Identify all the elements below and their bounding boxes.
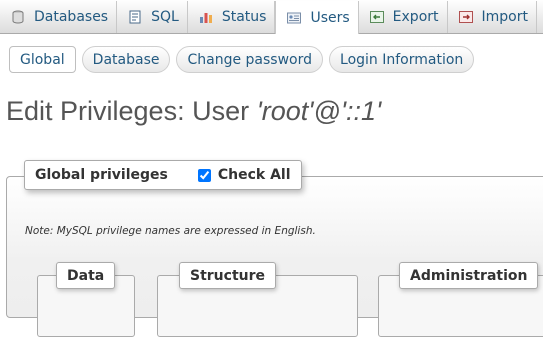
tab-users-label: Users [310,9,350,26]
status-chart-icon [198,9,214,25]
tab-import[interactable]: Import [448,1,537,33]
check-all-label: Check All [217,167,291,183]
global-privileges-title: Global privileges [35,167,168,183]
administration-group-legend: Administration [399,262,539,289]
tab-export[interactable]: Export [359,1,448,33]
page-title: Edit Privileges: User 'root'@'::1' [6,96,381,127]
export-icon [369,9,385,25]
page-title-user: 'root'@'::1' [256,96,382,126]
subtab-login-information[interactable]: Login Information [329,46,475,73]
sub-navigation: Global Database Change password Login In… [9,46,475,73]
global-privileges-legend: Global privileges Check All [24,160,302,190]
tab-users[interactable]: Users [275,1,359,34]
database-icon [10,9,26,25]
tab-databases-label: Databases [34,9,109,25]
top-navigation: Databases SQL Status Users Export Import [0,0,543,34]
tab-sql-label: SQL [151,9,179,25]
check-all-toggle[interactable]: Check All [197,167,291,183]
data-group-legend: Data [56,262,116,289]
tab-import-label: Import [481,9,528,25]
check-all-checkbox[interactable] [197,168,211,182]
sql-icon [127,9,143,25]
tab-status-label: Status [221,9,267,25]
users-icon [286,10,302,26]
page-title-prefix: Edit Privileges: User [6,96,257,126]
subtab-change-password[interactable]: Change password [176,46,324,73]
tab-sql[interactable]: SQL [117,1,188,33]
structure-group-legend: Structure [179,262,277,289]
tab-export-label: Export [392,9,439,25]
tab-status[interactable]: Status [188,1,276,33]
tab-databases[interactable]: Databases [0,1,118,33]
privilege-names-note: Note: MySQL privilege names are expresse… [25,225,316,237]
import-icon [458,9,474,25]
subtab-database[interactable]: Database [81,46,171,73]
subtab-global[interactable]: Global [9,46,76,73]
